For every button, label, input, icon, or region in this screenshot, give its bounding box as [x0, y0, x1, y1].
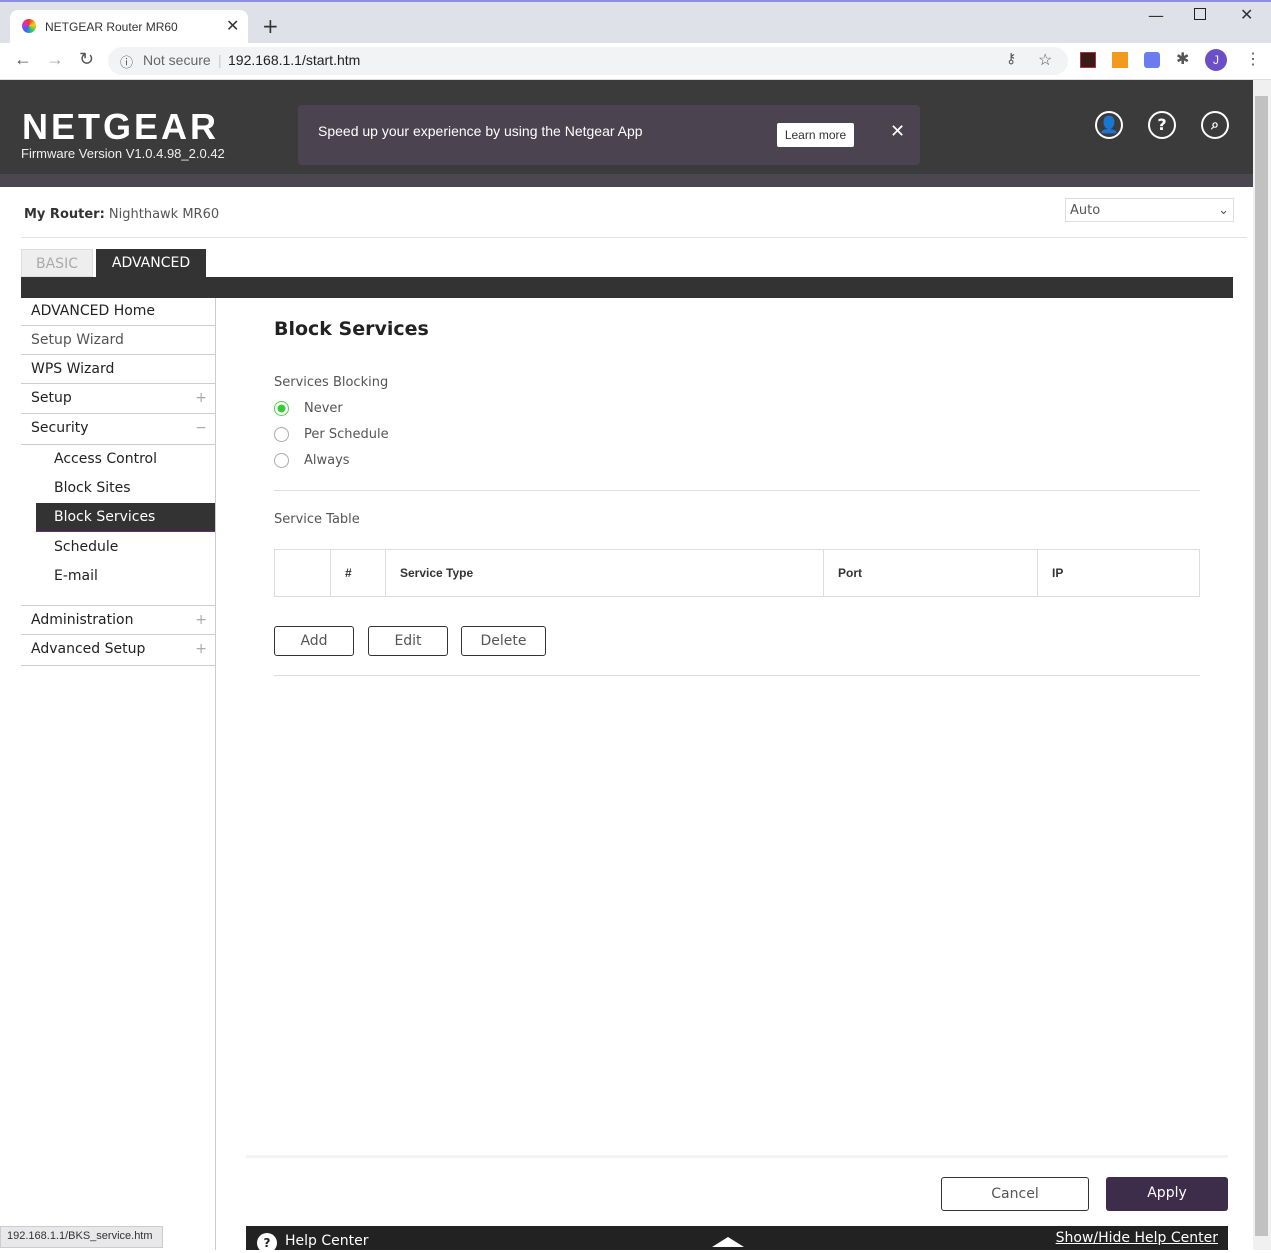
netgear-favicon-icon	[22, 19, 36, 33]
help-center-bar: ? Help Center Show/Hide Help Center	[246, 1226, 1228, 1253]
select-column	[275, 550, 331, 597]
sidebar-item-access-control[interactable]: Access Control	[21, 445, 215, 474]
puzzle-extensions-icon[interactable]: ✱	[1176, 49, 1189, 69]
sidebar-item-security[interactable]: Security −	[21, 414, 215, 445]
close-tab-icon[interactable]: ✕	[226, 16, 239, 36]
banner-text: Speed up your experience by using the Ne…	[318, 123, 643, 139]
radio-per-schedule[interactable]	[274, 427, 289, 442]
column-ip: IP	[1037, 549, 1200, 597]
app-banner: Speed up your experience by using the Ne…	[298, 105, 920, 165]
search-icon[interactable]: ⌕	[1201, 111, 1229, 139]
browser-tab-bar: NETGEAR Router MR60 ✕ + — ✕	[0, 0, 1271, 45]
sidebar-item-administration[interactable]: Administration +	[21, 605, 215, 635]
learn-more-button[interactable]: Learn more	[777, 123, 854, 147]
netgear-header: NETGEAR Firmware Version V1.0.4.98_2.0.4…	[0, 80, 1253, 187]
service-table-label: Service Table	[274, 512, 360, 527]
cancel-button[interactable]: Cancel	[941, 1177, 1089, 1211]
tab-advanced[interactable]: ADVANCED	[96, 249, 206, 277]
help-center-label: Help Center	[285, 1233, 369, 1249]
sidebar-item-wps-wizard[interactable]: WPS Wizard	[21, 355, 215, 384]
star-icon[interactable]: ☆	[1038, 50, 1052, 70]
maximize-icon[interactable]	[1194, 8, 1206, 20]
key-icon[interactable]: ⚷	[1006, 50, 1016, 67]
sidebar-item-block-sites[interactable]: Block Sites	[21, 474, 215, 503]
radio-never[interactable]	[274, 401, 289, 416]
radio-always[interactable]	[274, 453, 289, 468]
sidebar-item-setup[interactable]: Setup +	[21, 384, 215, 414]
tab-title: NETGEAR Router MR60	[45, 20, 178, 34]
extension-icon[interactable]	[1144, 52, 1160, 68]
new-tab-icon[interactable]: +	[262, 14, 279, 38]
sidebar-item-block-services[interactable]: Block Services	[36, 503, 215, 532]
tab-basic[interactable]: BASIC	[21, 249, 93, 277]
column-service-type: Service Type	[385, 549, 824, 597]
delete-button[interactable]: Delete	[461, 626, 546, 656]
scrollbar[interactable]	[1253, 80, 1271, 1250]
profile-avatar[interactable]: J	[1205, 49, 1227, 71]
browser-tab[interactable]: NETGEAR Router MR60 ✕	[10, 10, 248, 45]
sidebar-item-schedule[interactable]: Schedule	[21, 533, 215, 562]
netgear-logo: NETGEAR	[22, 106, 220, 147]
close-window-icon[interactable]: ✕	[1240, 5, 1253, 24]
edit-button[interactable]: Edit	[368, 626, 448, 656]
language-select[interactable]: Auto ⌄	[1065, 198, 1234, 222]
sidebar-item-advanced-setup[interactable]: Advanced Setup +	[21, 635, 215, 666]
service-table: # Service Type Port IP	[274, 549, 1200, 597]
status-bar-url: 192.168.1.1/BKS_service.htm	[0, 1226, 163, 1248]
forward-icon[interactable]: →	[46, 49, 64, 70]
apply-button[interactable]: Apply	[1106, 1177, 1228, 1211]
minimize-icon[interactable]: —	[1148, 6, 1164, 25]
address-bar: ← → ↻ ⓘ Not secure | 192.168.1.1/start.h…	[0, 43, 1271, 80]
security-label: Not secure	[143, 52, 211, 68]
sidebar-item-setup-wizard[interactable]: Setup Wizard	[21, 326, 215, 355]
account-icon[interactable]: 👤	[1095, 111, 1123, 139]
info-icon[interactable]: ⓘ	[120, 52, 133, 71]
close-banner-icon[interactable]: ✕	[890, 121, 905, 142]
back-icon[interactable]: ←	[14, 49, 32, 70]
show-hide-help-link[interactable]: Show/Hide Help Center	[1056, 1230, 1218, 1246]
acrobat-extension-icon[interactable]	[1080, 52, 1096, 68]
table-header-row: # Service Type Port IP	[275, 549, 1200, 597]
reload-icon[interactable]: ↻	[79, 49, 94, 70]
column-port: Port	[823, 549, 1038, 597]
radio-label: Never	[304, 401, 343, 416]
sidebar-item-email[interactable]: E-mail	[21, 562, 215, 605]
radio-label: Per Schedule	[304, 427, 389, 442]
radio-label: Always	[304, 453, 350, 468]
page-title: Block Services	[274, 318, 429, 340]
column-number: #	[330, 549, 386, 597]
add-button[interactable]: Add	[274, 626, 354, 656]
menu-icon[interactable]: ⋮	[1245, 49, 1261, 69]
firmware-version: Firmware Version V1.0.4.98_2.0.42	[21, 146, 225, 161]
help-icon[interactable]: ?	[1148, 111, 1176, 139]
shopping-extension-icon[interactable]	[1112, 52, 1128, 68]
help-icon: ?	[257, 1233, 277, 1253]
url-text[interactable]: 192.168.1.1/start.htm	[228, 52, 360, 68]
sidebar-item-advanced-home[interactable]: ADVANCED Home	[21, 297, 215, 326]
url-bar[interactable]: ⓘ Not secure | 192.168.1.1/start.htm ⚷ ☆	[108, 47, 1068, 75]
expand-up-icon[interactable]	[712, 1237, 744, 1247]
services-blocking-label: Services Blocking	[274, 375, 389, 390]
my-router: My Router: Nighthawk MR60	[24, 207, 220, 222]
